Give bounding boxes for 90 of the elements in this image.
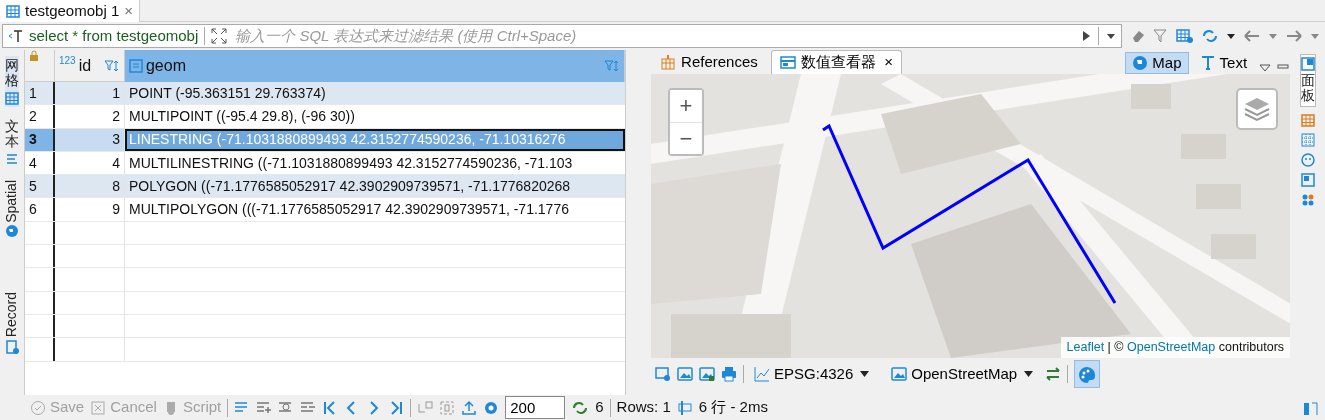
row-number[interactable]: 5: [24, 175, 55, 198]
panel-toggle-icon[interactable]: [1303, 399, 1319, 416]
chart-icon: [754, 366, 771, 382]
row-number[interactable]: 1: [24, 82, 55, 105]
play-icon[interactable]: [1080, 29, 1092, 43]
query-text: select * from testgeomobj: [29, 25, 199, 46]
attribution: Leaflet | © OpenStreetMap contributors: [1060, 337, 1291, 358]
table-cell[interactable]: MULTIPOLYGON (((-71.1776585052917 42.3902909739571, -71.1776: [124, 198, 626, 221]
export-icon[interactable]: [461, 399, 478, 416]
sort-filter-icon[interactable]: [604, 59, 621, 73]
table-cell: 1: [54, 82, 125, 105]
side-tab[interactable]: 面板: [1299, 54, 1316, 107]
timing-icon: [676, 399, 693, 416]
smile-icon[interactable]: [1300, 152, 1315, 167]
image-icon: [891, 366, 908, 382]
row-number[interactable]: 6: [24, 198, 55, 221]
image-save-icon[interactable]: [699, 366, 716, 382]
text-icon: [1199, 55, 1216, 71]
zoom-out-button[interactable]: −: [670, 122, 703, 154]
result-count: 6: [595, 397, 604, 418]
print-icon[interactable]: [721, 366, 738, 382]
view-mode-toggle[interactable]: Text: [1192, 52, 1255, 74]
table-icon: [660, 54, 677, 71]
panel-icon: [1300, 57, 1315, 71]
side-tab[interactable]: Spatial: [1, 177, 23, 241]
back-icon[interactable]: [1242, 29, 1261, 43]
text-type-icon: [128, 59, 143, 73]
table-cell: 9: [54, 198, 125, 221]
table-icon[interactable]: [1300, 112, 1315, 127]
record-view-icon[interactable]: [439, 399, 456, 416]
caret-icon: [857, 369, 872, 379]
panel-tab[interactable]: 数值查看器 ×: [770, 50, 903, 74]
image-icon[interactable]: [677, 366, 694, 382]
table-cell[interactable]: POINT (-95.363151 29.763374): [124, 82, 626, 105]
forward-icon[interactable]: [1284, 29, 1303, 43]
table-cell: 2: [54, 105, 125, 128]
grid-icon[interactable]: [1300, 132, 1315, 147]
globe-icon: [1132, 55, 1149, 71]
caret-icon: [1021, 369, 1036, 379]
side-tab[interactable]: 网格: [5, 56, 19, 107]
table-cell: 8: [54, 175, 125, 198]
grid-icon: [5, 90, 19, 105]
layers-button[interactable]: [1236, 88, 1279, 130]
close-button[interactable]: ×: [124, 0, 133, 23]
leaflet-link[interactable]: Leaflet: [1066, 340, 1105, 355]
refresh-icon[interactable]: [1200, 28, 1219, 44]
query-icon: [7, 28, 23, 44]
close-button[interactable]: ×: [884, 51, 894, 74]
filter-field[interactable]: select * from testgeomobj 输入一个 SQL 表达式来过滤结果 (使用 Ctrl+Space): [2, 24, 1122, 48]
text-icon: [5, 151, 19, 166]
lock-icon: [28, 50, 39, 62]
column-header[interactable]: geom: [124, 50, 626, 82]
view-mode-toggle[interactable]: Map: [1125, 52, 1189, 74]
last-page-icon[interactable]: [388, 399, 405, 416]
filter-icon[interactable]: [1152, 28, 1169, 44]
table-cell: 3: [54, 128, 125, 151]
timing-status: 6 行 - 2ms: [698, 397, 768, 418]
grid-icon[interactable]: [1300, 192, 1315, 207]
fetch-size-field[interactable]: 200: [505, 396, 566, 419]
table-icon: [6, 4, 20, 18]
monitor-icon[interactable]: [655, 366, 672, 382]
swap-icon[interactable]: [1045, 367, 1062, 381]
osm-link[interactable]: OpenStreetMap: [1127, 340, 1216, 355]
record-icon: [5, 339, 19, 354]
panel-icon: [779, 54, 796, 71]
filter-input[interactable]: 输入一个 SQL 表达式来过滤结果 (使用 Ctrl+Space): [233, 23, 1074, 49]
table-cell[interactable]: MULTIPOINT ((-95.4 29.8), (-96 30)): [124, 105, 626, 128]
settings-icon[interactable]: [483, 399, 500, 416]
table-cell[interactable]: POLYGON ((-71.1776585052917 42.3902909739571, -71.1776820268: [124, 175, 626, 198]
panel-tab[interactable]: References: [651, 50, 767, 74]
table-cell[interactable]: MULTILINESTRING ((-71.1031880899493 42.3152774590236, -71.103: [124, 151, 626, 175]
palette-button[interactable]: [1074, 360, 1101, 388]
sort-filter-icon[interactable]: [103, 59, 120, 73]
table-settings-icon[interactable]: [1175, 28, 1194, 44]
layers-icon: [1243, 96, 1272, 122]
row-number[interactable]: 2: [24, 105, 55, 128]
refresh-icon[interactable]: [571, 399, 590, 416]
side-tab[interactable]: Record: [1, 290, 23, 356]
expand-icon[interactable]: [211, 28, 228, 44]
check-icon: [30, 399, 46, 416]
cancel-icon: [90, 399, 107, 416]
crs-dropdown[interactable]: EPSG:4326: [750, 360, 876, 388]
table-cell: 4: [54, 151, 125, 175]
editor-tab[interactable]: testgeomobj 1 ×: [0, 0, 140, 22]
tiles-dropdown[interactable]: OpenStreetMap: [887, 360, 1040, 388]
add-row-icon[interactable]: [256, 399, 273, 416]
side-tab[interactable]: 文本: [5, 116, 19, 168]
globe-icon: [5, 224, 19, 239]
rows-status: Rows: 1: [616, 397, 671, 418]
panel-icon[interactable]: [1300, 172, 1315, 187]
